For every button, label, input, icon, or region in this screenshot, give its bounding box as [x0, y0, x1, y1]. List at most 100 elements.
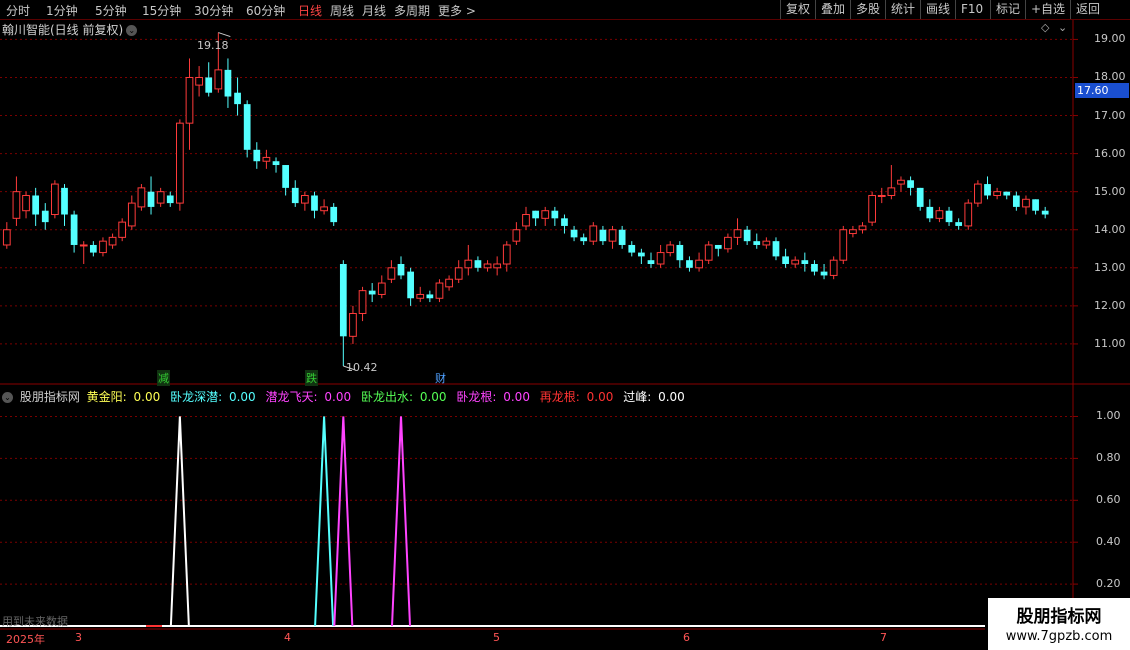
- candle-body: [974, 183, 982, 204]
- candle-body: [580, 237, 588, 242]
- indicator-spike: [314, 416, 335, 627]
- price-tick-label: 13.00: [1094, 260, 1126, 274]
- candle-body: [743, 229, 751, 242]
- candle-body: [964, 202, 973, 227]
- candle-body: [993, 191, 1001, 196]
- legend-wolongchushui: 卧龙出水: 0.00: [360, 390, 447, 404]
- candle-body: [291, 187, 299, 204]
- indicator-spike: [169, 416, 190, 627]
- candle-body: [320, 206, 328, 212]
- candle-body: [926, 206, 934, 219]
- candle-body: [695, 259, 703, 269]
- candle-body: [339, 264, 347, 337]
- candle-body: [426, 294, 434, 299]
- signal-marker-die: 跌: [305, 370, 318, 386]
- candle-body: [474, 260, 482, 268]
- date-month-3: 3: [75, 631, 82, 644]
- candle-body: [561, 218, 568, 226]
- high-pointer: [218, 32, 231, 38]
- candle-body: [214, 69, 223, 90]
- candle-body: [656, 252, 665, 265]
- candle-body: [772, 241, 780, 257]
- date-month-5: 5: [493, 631, 500, 644]
- candle-body: [782, 256, 789, 264]
- candle-body: [984, 184, 991, 196]
- candle-body: [849, 229, 857, 235]
- candle-body: [820, 271, 828, 276]
- price-tick-label: 14.00: [1094, 222, 1126, 236]
- candle-body: [253, 149, 261, 162]
- candle-body: [416, 293, 425, 299]
- candle-body: [147, 191, 155, 207]
- candle-body: [368, 290, 376, 295]
- candle-body: [502, 244, 511, 265]
- candle-body: [647, 260, 655, 264]
- watermark-logo: 股朋指标网 www.7gpzb.com: [988, 598, 1130, 650]
- legend-zailonggen: 再龙根: 0.00: [539, 390, 614, 404]
- signal-marker-cai: 财: [435, 372, 446, 385]
- candle-body: [205, 77, 213, 93]
- chevron-down-icon[interactable]: ⌄: [2, 392, 13, 403]
- date-month-7: 7: [880, 631, 887, 644]
- candle-body: [224, 69, 232, 97]
- candle-body: [733, 229, 742, 238]
- candle-body: [330, 206, 338, 223]
- candle-body: [839, 229, 848, 261]
- candle-body: [801, 260, 809, 264]
- legend-huangjinyang: 黄金阳: 0.00: [86, 390, 161, 404]
- candle-body: [282, 165, 289, 188]
- date-month-6: 6: [683, 631, 690, 644]
- legend-wolongshenqian: 卧龙深潜: 0.00: [170, 390, 256, 404]
- candle-body: [868, 194, 876, 223]
- candle-body: [935, 210, 944, 219]
- price-tick-label: 16.00: [1094, 146, 1126, 160]
- candle-body: [638, 252, 645, 257]
- candle-body: [599, 229, 607, 242]
- candle-body: [108, 236, 117, 246]
- candle-body: [397, 264, 405, 276]
- candle-body: [12, 191, 21, 219]
- low-price-label: 10.42: [346, 361, 378, 374]
- candle-body: [445, 278, 453, 288]
- legend-wolonggen: 卧龙根: 0.00: [456, 390, 530, 404]
- candle-body: [79, 244, 88, 247]
- candle-body: [1041, 210, 1049, 215]
- candle-body: [349, 312, 357, 337]
- candle-body: [714, 244, 722, 249]
- candle-body: [272, 161, 280, 166]
- candle-body: [676, 244, 684, 261]
- legend-qianlongfeitian: 潜龙飞天: 0.00: [265, 390, 352, 404]
- candle-body: [156, 191, 165, 204]
- candle-body: [724, 236, 732, 250]
- current-price-box: 17.60: [1075, 83, 1129, 98]
- date-month-4: 4: [284, 631, 291, 644]
- candle-body: [1032, 199, 1039, 211]
- candle-body: [522, 214, 530, 227]
- candle-body: [166, 195, 174, 204]
- candle-body: [387, 267, 396, 280]
- candle-body: [512, 229, 521, 242]
- candle-body: [704, 244, 713, 261]
- candle-body: [70, 214, 78, 245]
- candle-body: [628, 244, 636, 253]
- indicator-legend: ⌄ 股朋指标网 黄金阳: 0.00 卧龙深潜: 0.00 潜龙飞天: 0.00 …: [2, 388, 691, 405]
- candle-body: [945, 210, 953, 223]
- candle-body: [176, 122, 184, 204]
- high-price-label: 19.18: [197, 39, 229, 52]
- candle-body: [61, 187, 68, 215]
- signal-marker-jian: 减: [157, 370, 170, 386]
- candle-body: [311, 195, 318, 211]
- candle-body: [887, 187, 896, 196]
- candle-body: [791, 259, 800, 265]
- candle-body: [551, 210, 559, 219]
- indicator-tick-label: 0.80: [1096, 451, 1121, 465]
- candle-body: [897, 179, 905, 185]
- candle-body: [51, 183, 59, 216]
- indicator-spike: [391, 416, 412, 627]
- candle-body: [137, 187, 146, 208]
- indicator-name[interactable]: 股朋指标网: [20, 390, 80, 404]
- candle-body: [877, 194, 886, 197]
- candle-body: [1012, 195, 1020, 207]
- candle-body: [185, 76, 194, 124]
- candle-body: [666, 244, 675, 254]
